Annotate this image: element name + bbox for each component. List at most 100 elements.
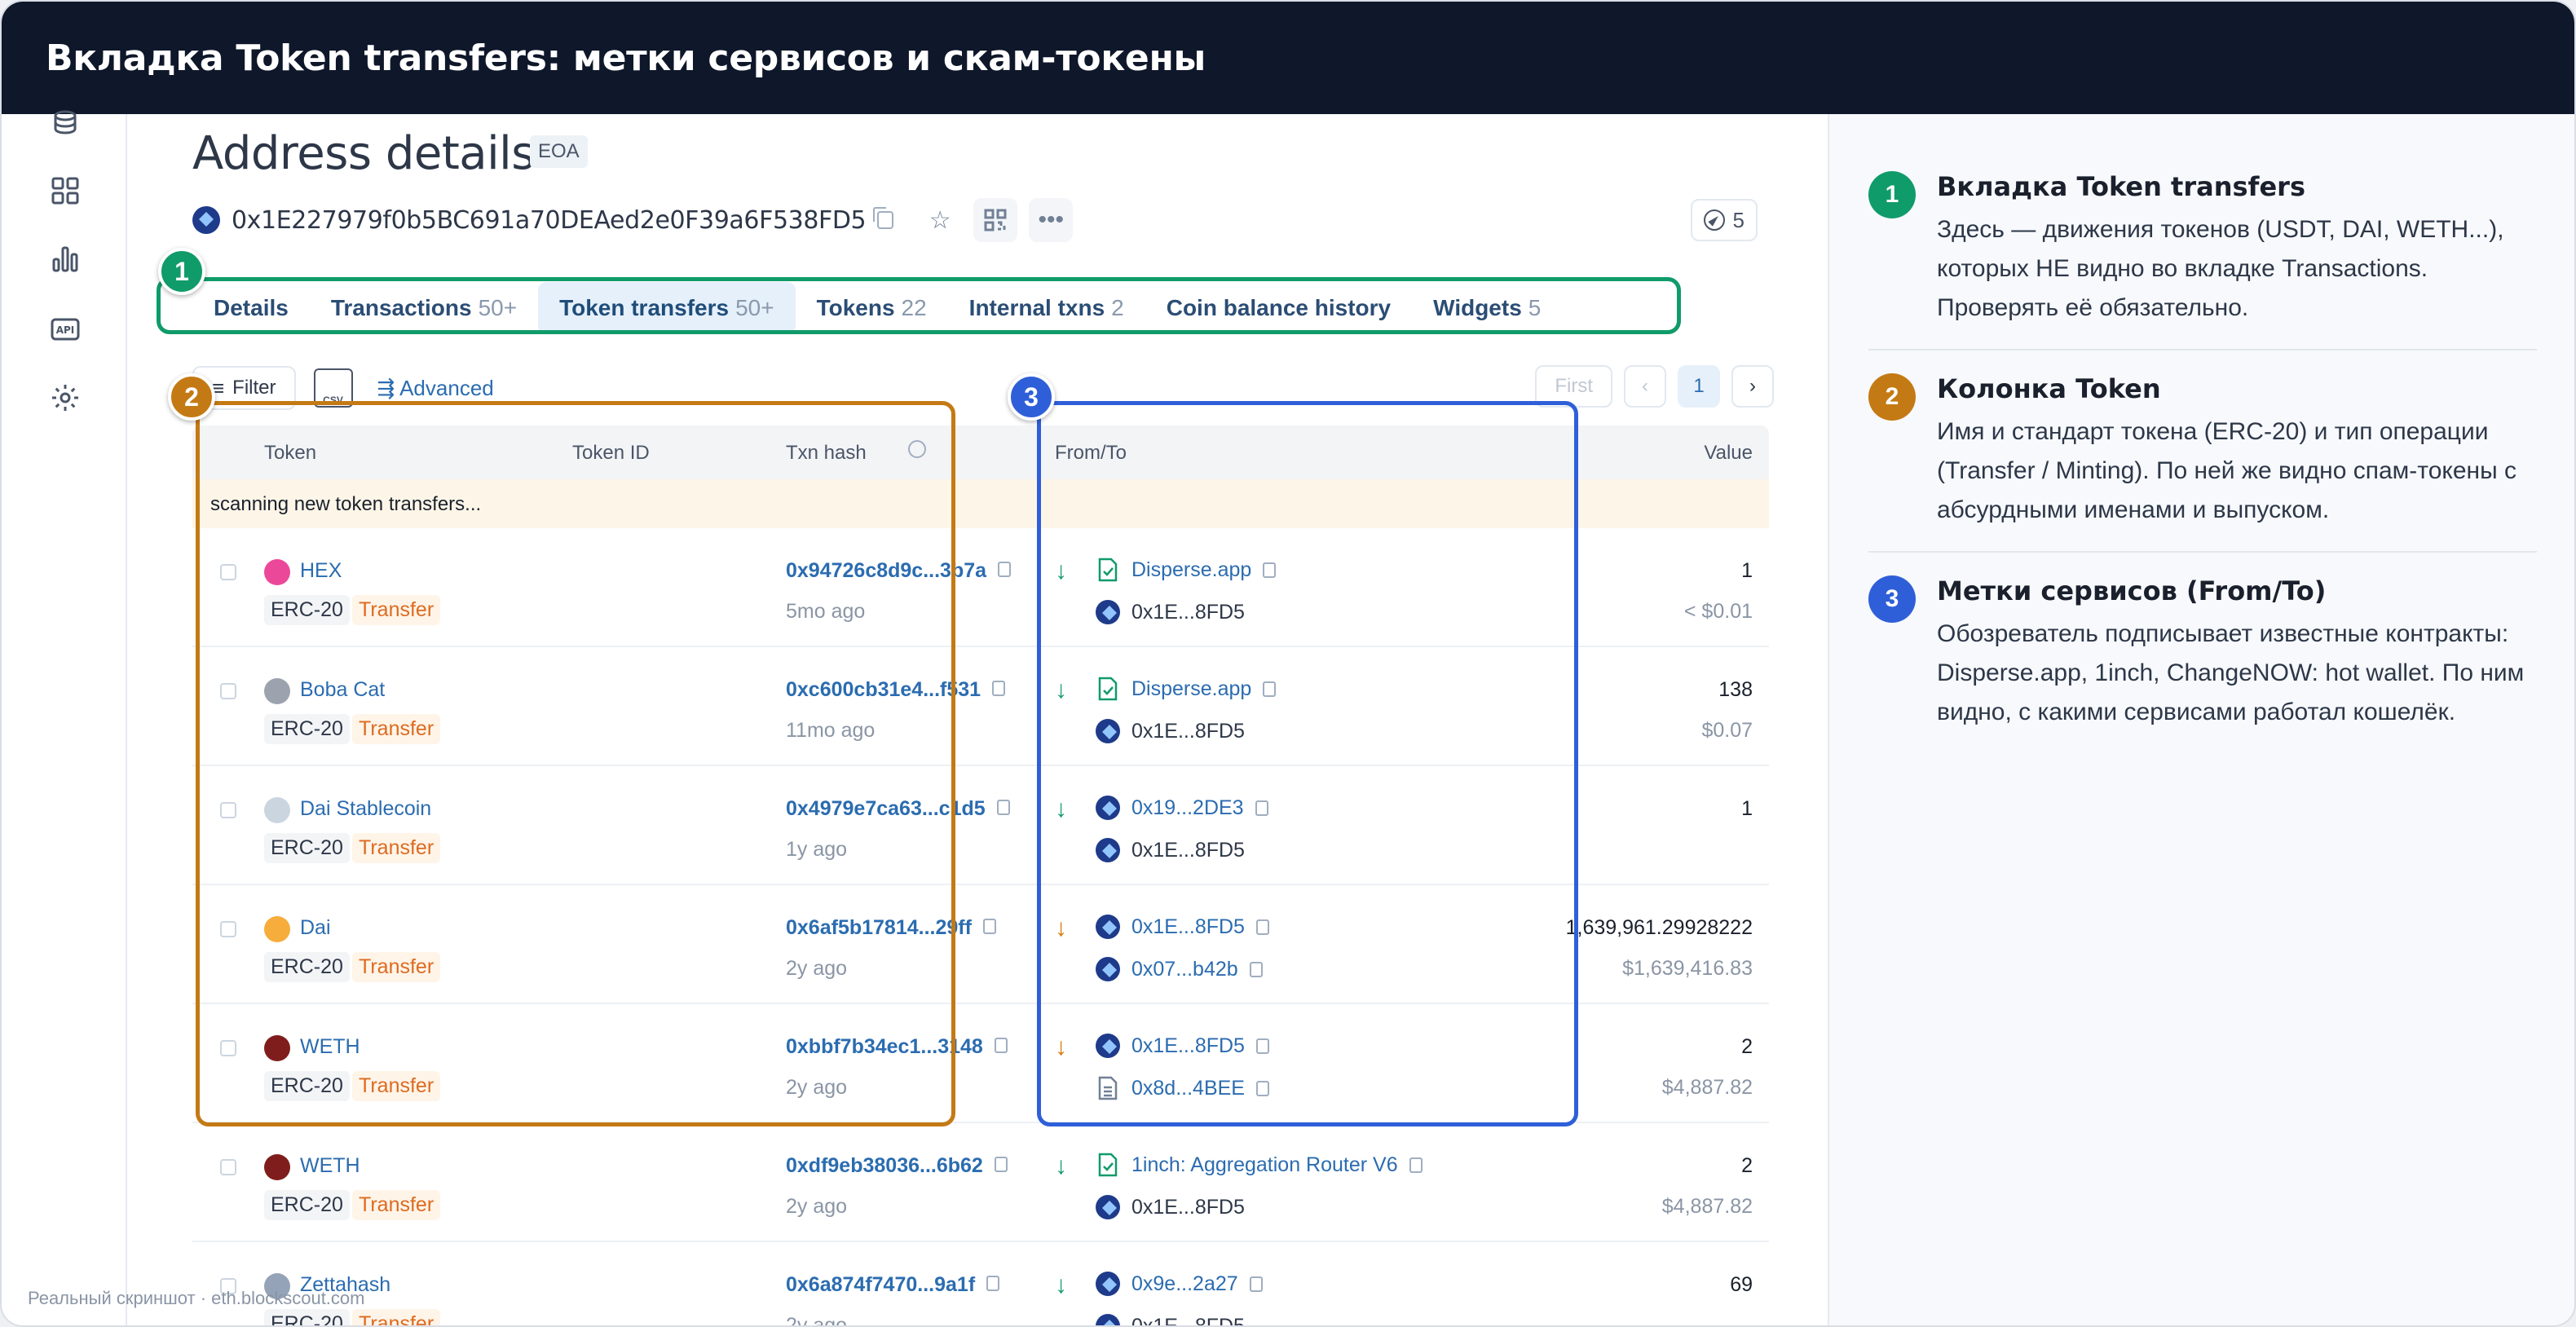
txn-hash-text: 0x6a874f7470...9a1f bbox=[786, 1273, 976, 1296]
txn-hash-link[interactable]: 0x6a874f7470...9a1f bbox=[786, 1273, 1000, 1297]
qr-code-icon[interactable] bbox=[973, 198, 1018, 242]
transfer-value: 1,639,961.29928222 bbox=[1565, 916, 1753, 939]
note-title: Вкладка Token transfers bbox=[1937, 171, 2305, 202]
copy-icon[interactable] bbox=[992, 681, 1006, 696]
transfer-usd-value: $4,887.82 bbox=[1661, 1076, 1753, 1099]
address-avatar bbox=[1096, 1272, 1120, 1296]
table-row: Zettahash ERC-20 Transfer 0x6a874f7470...9a… bbox=[192, 1242, 1769, 1327]
svg-text:API: API bbox=[56, 324, 75, 336]
copy-icon[interactable] bbox=[986, 1276, 1000, 1291]
operation-type-badge: Transfer bbox=[352, 1309, 441, 1325]
annotation-badge-2: 2 bbox=[168, 373, 215, 421]
address-hash: 0x1E227979f0b5BC691a70DEAed2e0F39a6F538F… bbox=[232, 205, 867, 235]
visits-counter[interactable]: 5 bbox=[1690, 199, 1758, 241]
top-banner: Вкладка Token transfers: метки сервисов … bbox=[2, 2, 2574, 114]
to-address[interactable]: 0x1E...8FD5 bbox=[1096, 1314, 1245, 1327]
advanced-label: Advanced bbox=[399, 375, 494, 400]
from-address[interactable]: 1inch: Aggregation Router V6 bbox=[1096, 1153, 1423, 1177]
stats-icon[interactable] bbox=[49, 243, 82, 276]
eoa-badge: EOA bbox=[530, 135, 588, 168]
from-label: 0x9e...2a27 bbox=[1131, 1272, 1238, 1295]
from-address[interactable]: 0x9e...2a27 bbox=[1096, 1272, 1263, 1296]
note-divider bbox=[1868, 551, 2537, 553]
copy-icon[interactable] bbox=[873, 207, 894, 229]
advanced-filter-link[interactable]: ⇶ Advanced bbox=[377, 376, 494, 401]
note-text: Имя и стандарт токена (ERC-20) и тип опе… bbox=[1937, 418, 2516, 523]
row-checkbox[interactable] bbox=[220, 1159, 236, 1175]
transfer-usd-value: $4,887.82 bbox=[1661, 1195, 1753, 1218]
to-label: 0x1E...8FD5 bbox=[1131, 1314, 1245, 1327]
address-avatar bbox=[1096, 1314, 1120, 1325]
page-title: Address details bbox=[192, 127, 535, 180]
annotation-box-3 bbox=[1037, 401, 1578, 1126]
transfer-value: 138 bbox=[1718, 678, 1753, 701]
database-icon[interactable] bbox=[49, 108, 82, 140]
more-options-icon[interactable]: ••• bbox=[1029, 198, 1074, 242]
address-row: 0x1E227979f0b5BC691a70DEAed2e0F39a6F538F… bbox=[192, 198, 1074, 242]
transfer-usd-value: $1,639,416.83 bbox=[1622, 957, 1753, 980]
token-standard-badge: ERC-20 bbox=[264, 1309, 350, 1325]
txn-hash-text: 0xdf9eb38036...6b62 bbox=[786, 1154, 983, 1177]
annotation-box-2 bbox=[196, 401, 955, 1126]
sliders-icon: ⇶ bbox=[377, 375, 400, 400]
copy-icon[interactable] bbox=[1249, 1276, 1263, 1292]
transfer-value: 1 bbox=[1741, 797, 1753, 820]
settings-icon[interactable] bbox=[49, 381, 82, 414]
incoming-arrow-icon: ↓ bbox=[1055, 1272, 1067, 1298]
txn-age: 2y ago bbox=[786, 1195, 848, 1218]
filter-label: Filter bbox=[232, 377, 276, 399]
annotation-badge-3: 3 bbox=[1008, 373, 1055, 421]
copy-icon[interactable] bbox=[996, 800, 1010, 815]
note-number: 3 bbox=[1868, 575, 1916, 623]
token-name-link[interactable]: WETH bbox=[300, 1154, 360, 1178]
grid-icon[interactable] bbox=[49, 174, 82, 207]
address-avatar bbox=[1096, 1195, 1120, 1219]
contract-verified-icon bbox=[1096, 1153, 1120, 1177]
next-page-button[interactable]: › bbox=[1731, 365, 1774, 408]
screenshot-frame: Вкладка Token transfers: метки сервисов … bbox=[0, 0, 2576, 1327]
copy-icon[interactable] bbox=[1409, 1157, 1423, 1173]
transfer-usd-value: < $0.01 bbox=[1683, 600, 1753, 623]
table-row: WETH ERC-20 Transfer 0xdf9eb38036...6b62 2y … bbox=[192, 1123, 1769, 1242]
note-1: 1 Вкладка Token transfers Здесь — движен… bbox=[1868, 171, 2537, 334]
address-avatar bbox=[192, 206, 220, 234]
left-sidebar: API bbox=[2, 110, 127, 1325]
annotation-box-1 bbox=[157, 277, 1681, 334]
to-address[interactable]: 0x1E...8FD5 bbox=[1096, 1195, 1245, 1219]
note-3: 3 Метки сервисов (From/To) Обозреватель … bbox=[1868, 575, 2537, 771]
transfer-value: 69 bbox=[1730, 1273, 1753, 1296]
copy-icon[interactable] bbox=[994, 1038, 1008, 1053]
note-title: Метки сервисов (From/To) bbox=[1937, 575, 2327, 606]
current-page[interactable]: 1 bbox=[1678, 365, 1720, 408]
api-icon[interactable]: API bbox=[49, 313, 82, 346]
copy-icon[interactable] bbox=[982, 919, 996, 934]
counter-value: 5 bbox=[1732, 207, 1745, 232]
from-label: 1inch: Aggregation Router V6 bbox=[1131, 1153, 1398, 1176]
source-footer: Реальный скриншот · eth.blockscout.com bbox=[28, 1288, 365, 1308]
note-text: Здесь — движения токенов (USDT, DAI, WET… bbox=[1937, 216, 2504, 321]
incoming-arrow-icon: ↓ bbox=[1055, 1153, 1067, 1179]
note-divider bbox=[1868, 349, 2537, 350]
txn-hash-link[interactable]: 0xdf9eb38036...6b62 bbox=[786, 1154, 1008, 1178]
token-standard-badge: ERC-20 bbox=[264, 1190, 350, 1220]
operation-type-badge: Transfer bbox=[352, 1190, 441, 1220]
transfer-value: 2 bbox=[1741, 1154, 1753, 1177]
banner-title: Вкладка Token transfers: метки сервисов … bbox=[46, 37, 1206, 79]
prev-page-button[interactable]: ‹ bbox=[1624, 365, 1666, 408]
note-title: Колонка Token bbox=[1937, 373, 2161, 404]
transfer-value: 1 bbox=[1741, 559, 1753, 582]
copy-icon[interactable] bbox=[998, 562, 1012, 577]
transfer-usd-value: $0.07 bbox=[1701, 719, 1753, 742]
txn-age: 2y ago bbox=[786, 1314, 848, 1327]
col-value: Value bbox=[1704, 442, 1753, 464]
star-icon[interactable]: ☆ bbox=[918, 198, 963, 242]
note-2: 2 Колонка Token Имя и стандарт токена (E… bbox=[1868, 373, 2537, 536]
to-label: 0x1E...8FD5 bbox=[1131, 1195, 1245, 1219]
transfer-value: 2 bbox=[1741, 1035, 1753, 1058]
annotation-badge-1: 1 bbox=[158, 248, 205, 295]
note-number: 2 bbox=[1868, 373, 1916, 421]
main-content: Address details EOA 0x1E227979f0b5BC691a… bbox=[127, 114, 1828, 1327]
explanation-panel: 1 Вкладка Token transfers Здесь — движен… bbox=[1828, 114, 2574, 1325]
compass-icon bbox=[1703, 209, 1725, 231]
copy-icon[interactable] bbox=[994, 1157, 1008, 1172]
